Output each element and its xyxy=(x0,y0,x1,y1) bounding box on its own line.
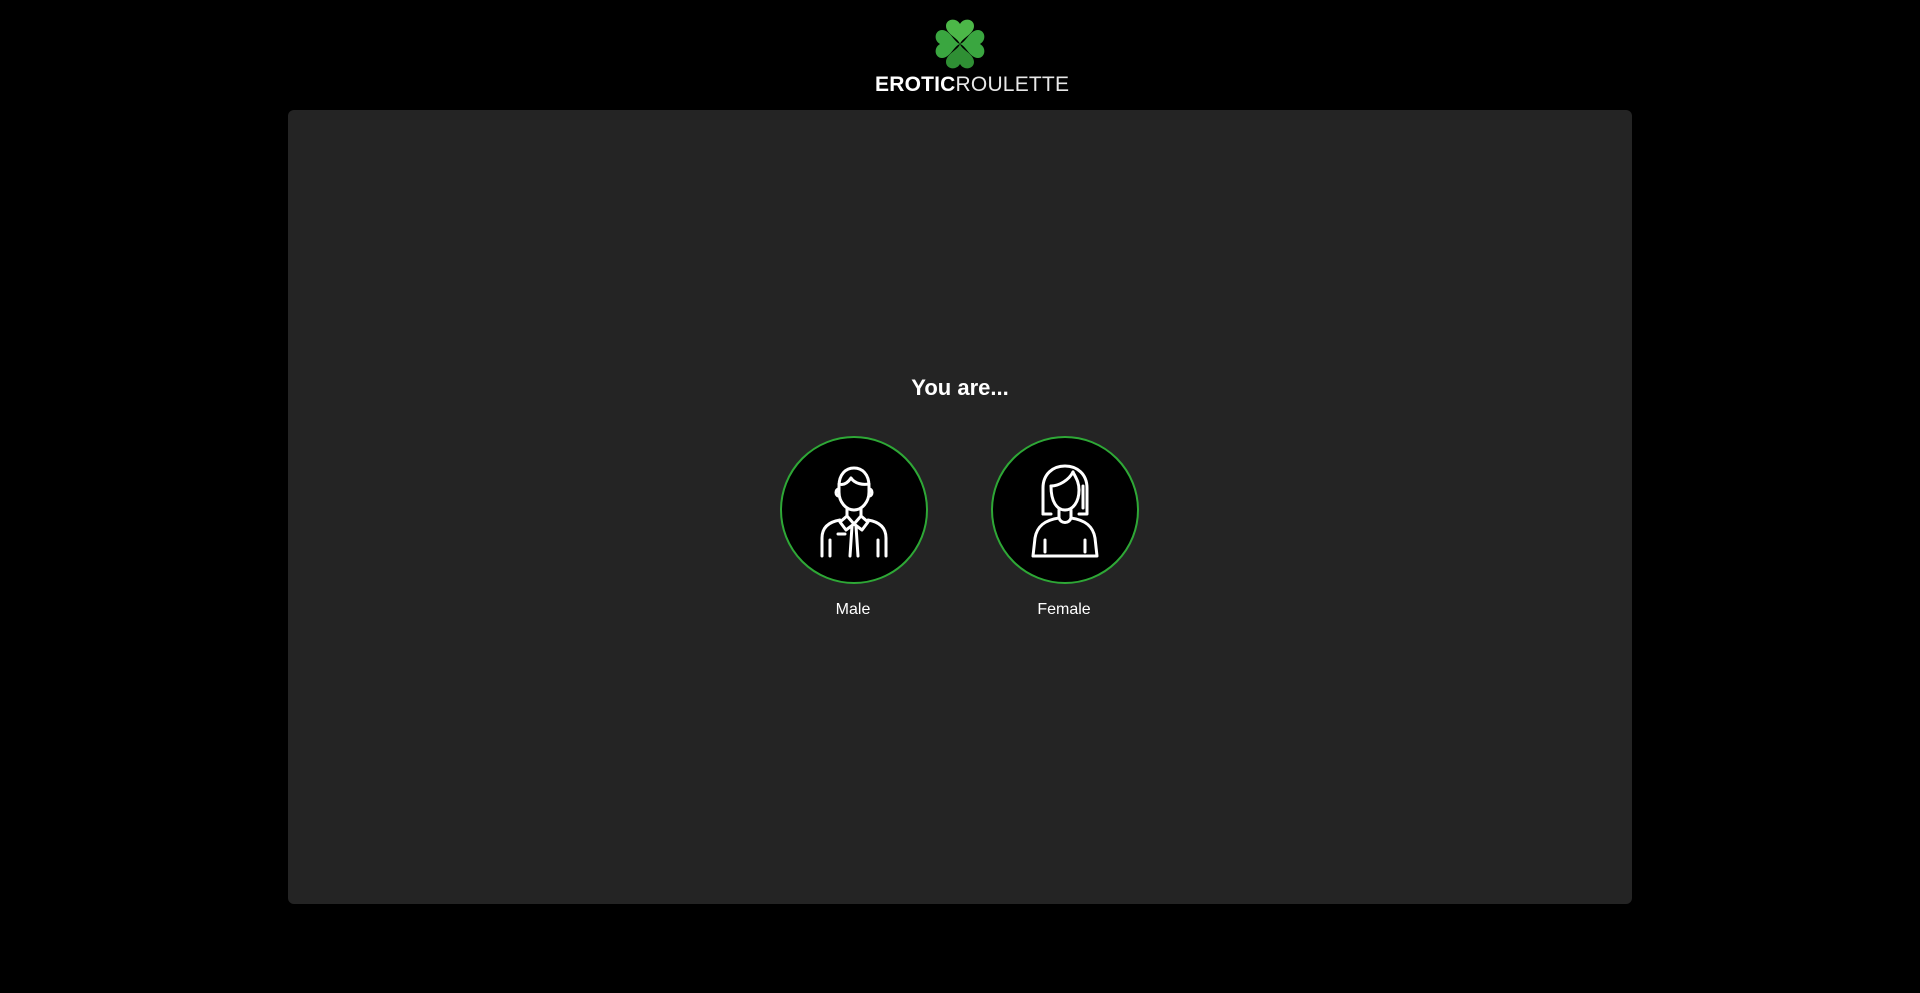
female-avatar-icon xyxy=(1031,464,1099,558)
site-logo[interactable]: EROTICROULETTE xyxy=(875,14,1069,100)
logo-text-light: ROULETTE xyxy=(955,73,1070,96)
female-option-label: Female xyxy=(1037,601,1091,618)
female-option-button[interactable]: Female xyxy=(990,436,1140,636)
female-avatar-circle xyxy=(991,436,1139,584)
male-option-label: Male xyxy=(835,601,871,618)
site-header: EROTICROULETTE xyxy=(0,0,1920,110)
gender-select-title: You are... xyxy=(911,375,1009,400)
logo-text-bold: EROTIC xyxy=(875,73,956,96)
logo-wordmark: EROTICROULETTE xyxy=(875,72,1069,98)
male-avatar-circle xyxy=(780,436,928,584)
male-avatar-icon xyxy=(820,466,888,558)
male-option-button[interactable]: Male xyxy=(779,436,929,636)
gender-select-panel: You are... Male Female xyxy=(288,110,1632,904)
gender-options: Male Female xyxy=(288,436,1632,636)
clover-icon xyxy=(935,19,985,69)
